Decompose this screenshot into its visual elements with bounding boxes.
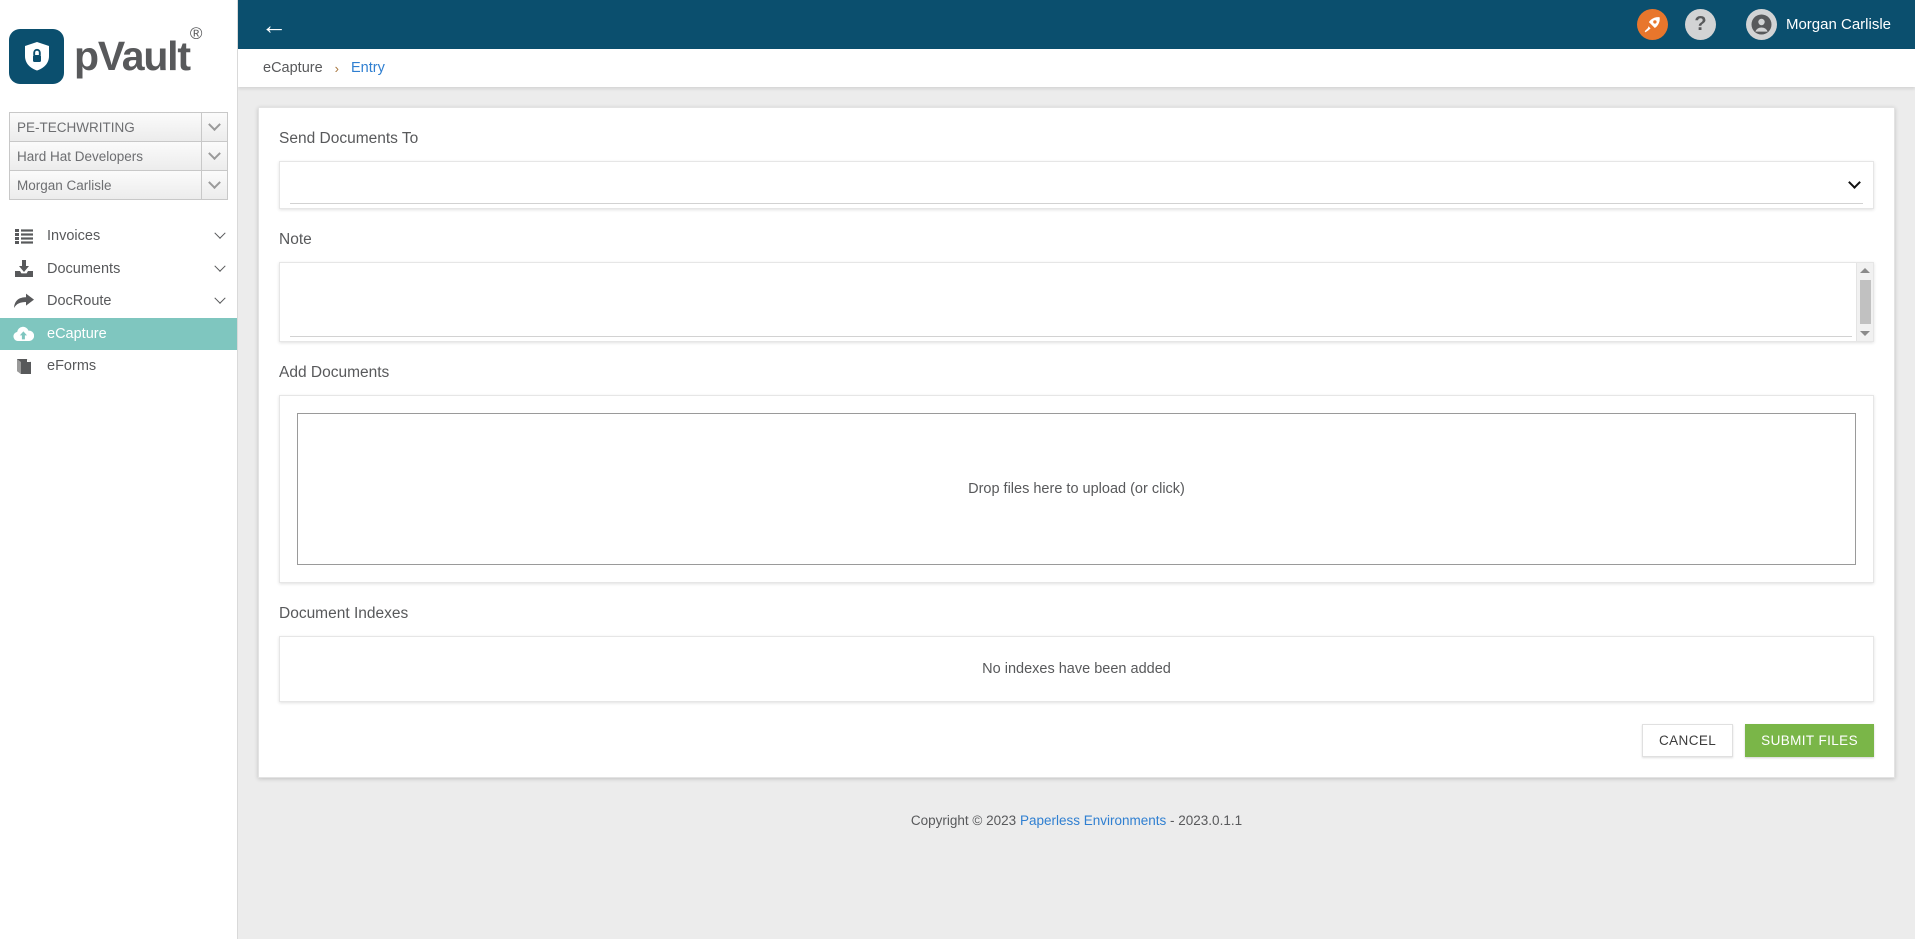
top-header-bar: ← ? Morgan Carlisle: [238, 0, 1915, 49]
selector-user-value: Morgan Carlisle: [17, 177, 112, 193]
document-indexes-label: Document Indexes: [279, 605, 409, 622]
selector-department[interactable]: Hard Hat Developers: [9, 141, 228, 171]
file-dropzone[interactable]: Drop files here to upload (or click): [297, 413, 1856, 565]
note-textarea-inner[interactable]: [280, 263, 1856, 341]
entry-form-card: Send Documents To Note Add Documents Dro…: [258, 107, 1895, 778]
sidebar-item-label: eForms: [47, 358, 97, 375]
sidebar-item-docroute[interactable]: DocRoute: [0, 285, 237, 318]
list-icon: [0, 228, 47, 244]
select-underline: [290, 203, 1863, 204]
note-scrollbar[interactable]: [1856, 263, 1873, 341]
sidebar-item-invoices[interactable]: Invoices: [0, 220, 237, 253]
footer-company-link[interactable]: Paperless Environments: [1020, 813, 1166, 828]
sidebar-item-label: eCapture: [47, 325, 107, 342]
document-indexes-empty-text: No indexes have been added: [982, 661, 1171, 677]
context-selectors: PE-TECHWRITING Hard Hat Developers Morga…: [0, 112, 237, 200]
chevron-down-icon[interactable]: [203, 227, 237, 240]
document-indexes-field: Document Indexes No indexes have been ad…: [279, 605, 1874, 702]
note-textarea[interactable]: [279, 262, 1874, 342]
sidebar-item-label: DocRoute: [47, 293, 112, 310]
send-documents-to-label: Send Documents To: [279, 130, 419, 147]
sidebar-nav: Invoices Documents DocRoute eCapture eFo…: [0, 220, 237, 383]
chevron-down-icon[interactable]: [201, 113, 227, 141]
footer-copyright: Copyright © 2023: [910, 813, 1017, 828]
user-avatar-icon: [1745, 9, 1777, 40]
send-documents-to-select[interactable]: [279, 161, 1874, 209]
chevron-down-icon[interactable]: [203, 260, 237, 273]
chevron-right-icon: ›: [334, 60, 339, 76]
form-actions: CANCEL SUBMIT FILES: [279, 724, 1874, 757]
sidebar-item-ecapture[interactable]: eCapture: [0, 317, 237, 350]
selector-department-value: Hard Hat Developers: [17, 148, 144, 164]
selector-company-value: PE-TECHWRITING: [17, 119, 135, 135]
sidebar-item-label: Documents: [47, 260, 121, 277]
rocket-icon[interactable]: [1636, 9, 1668, 40]
note-field: Note: [279, 231, 1874, 342]
triangle-down-icon[interactable]: [1857, 326, 1873, 341]
back-arrow-icon[interactable]: ←: [257, 12, 291, 38]
main-area: ← ? Morgan Carlisle eCapture › Entry Sen…: [238, 0, 1915, 939]
breadcrumb-current[interactable]: Entry: [351, 60, 385, 76]
add-documents-panel: Drop files here to upload (or click): [279, 395, 1874, 583]
brand-wordmark: pVault: [74, 32, 191, 79]
chevron-down-icon[interactable]: [201, 142, 227, 170]
chevron-down-icon[interactable]: [201, 171, 227, 199]
sidebar-item-documents[interactable]: Documents: [0, 253, 237, 286]
user-menu[interactable]: Morgan Carlisle: [1745, 9, 1891, 40]
triangle-up-icon[interactable]: [1857, 263, 1873, 278]
textarea-underline: [290, 336, 1852, 337]
document-indexes-panel: No indexes have been added: [279, 636, 1874, 702]
send-documents-to-field: Send Documents To: [279, 130, 1874, 209]
submit-files-button[interactable]: SUBMIT FILES: [1745, 724, 1874, 757]
user-name-label: Morgan Carlisle: [1785, 16, 1891, 33]
shield-lock-icon: [9, 28, 64, 84]
add-documents-field: Add Documents Drop files here to upload …: [279, 364, 1874, 583]
breadcrumb-parent[interactable]: eCapture: [263, 60, 323, 76]
brand-logo[interactable]: pVault®: [0, 0, 237, 112]
dropzone-text: Drop files here to upload (or click): [968, 481, 1185, 497]
selector-company[interactable]: PE-TECHWRITING: [9, 112, 228, 142]
footer: Copyright © 2023 Paperless Environments …: [258, 778, 1895, 828]
add-documents-label: Add Documents: [279, 364, 390, 381]
help-icon[interactable]: ?: [1684, 9, 1716, 40]
selector-user[interactable]: Morgan Carlisle: [9, 170, 228, 200]
note-label: Note: [279, 231, 312, 248]
sidebar-item-label: Invoices: [47, 228, 101, 245]
download-inbox-icon: [0, 260, 47, 278]
brand-trademark: ®: [189, 23, 203, 43]
note-value: [280, 263, 1856, 281]
footer-version: - 2023.0.1.1: [1170, 813, 1243, 828]
brand-name: pVault®: [74, 25, 202, 79]
scrollbar-thumb[interactable]: [1859, 280, 1871, 324]
cloud-upload-icon: [0, 326, 47, 342]
content-scroll-area: Send Documents To Note Add Documents Dro…: [238, 87, 1915, 939]
chevron-down-icon[interactable]: [1848, 176, 1861, 189]
breadcrumb: eCapture › Entry: [238, 49, 1915, 87]
sidebar-item-eforms[interactable]: eForms: [0, 350, 237, 383]
sidebar: pVault® PE-TECHWRITING Hard Hat Develope…: [0, 0, 238, 939]
cancel-button[interactable]: CANCEL: [1642, 724, 1734, 757]
forward-arrow-icon: [0, 293, 47, 309]
book-icon: [0, 358, 47, 375]
chevron-down-icon[interactable]: [203, 292, 237, 305]
